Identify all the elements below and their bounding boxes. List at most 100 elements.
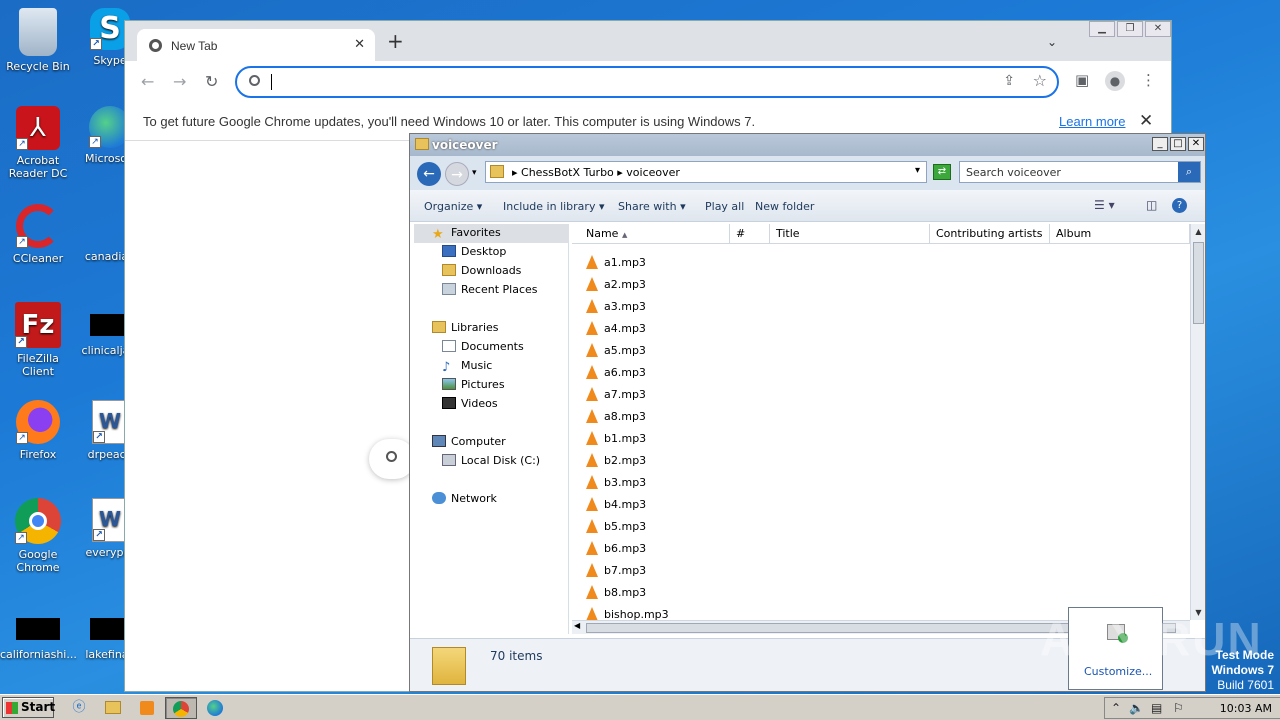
omnibox[interactable]: ⇪ ☆ [235, 66, 1059, 98]
file-row[interactable]: a6.mp3 [586, 362, 646, 384]
start-button[interactable]: Start [2, 697, 55, 718]
close-button[interactable]: ✕ [1145, 21, 1171, 37]
tab-search-chevron-icon[interactable]: ⌄ [1047, 35, 1057, 49]
column-header-contributing-artists[interactable]: Contributing artists [930, 224, 1050, 244]
search-input[interactable]: Search voiceover ⌕ [959, 161, 1201, 183]
profile-avatar-icon[interactable]: ● [1105, 71, 1125, 91]
nav-desktop[interactable]: Desktop [442, 243, 506, 261]
file-row[interactable]: b7.mp3 [586, 560, 646, 582]
desktop-icon-recycle-bin[interactable]: Recycle Bin [0, 8, 76, 73]
organize-button[interactable]: Organize ▾ [424, 200, 482, 213]
bookmark-star-icon[interactable]: ☆ [1033, 71, 1047, 90]
desktop-icon-firefox[interactable]: ↗ Firefox [0, 400, 76, 461]
column-label: Contributing artists [936, 227, 1043, 240]
desktop-icon-acrobat[interactable]: ⅄ ↗ Acrobat Reader DC [0, 106, 76, 180]
taskbar-media-player-icon[interactable] [132, 697, 162, 719]
refresh-icon[interactable]: ⇄ [933, 164, 951, 180]
infobar-message: To get future Google Chrome updates, you… [143, 114, 756, 129]
file-name: b6.mp3 [604, 542, 647, 555]
nav-computer[interactable]: Computer [432, 433, 506, 451]
help-icon[interactable]: ? [1172, 198, 1187, 213]
scroll-left-arrow-icon[interactable]: ◀ [574, 621, 580, 630]
back-arrow-icon[interactable]: ← [141, 72, 154, 91]
infobar-close-icon[interactable]: ✕ [1139, 111, 1153, 131]
file-row[interactable]: b6.mp3 [586, 538, 646, 560]
tab-new-tab[interactable]: New Tab ✕ [137, 29, 375, 61]
nav-local-disk[interactable]: Local Disk (C:) [442, 452, 540, 470]
desktop-icon-ccleaner[interactable]: ↗ CCleaner [0, 204, 76, 265]
column-header-name[interactable]: Name ▲ [572, 224, 730, 244]
desktop-icon-chrome[interactable]: ↗ Google Chrome [0, 498, 76, 574]
scroll-thumb[interactable] [1193, 242, 1204, 324]
minimize-button[interactable]: _ [1152, 137, 1168, 151]
restore-button[interactable]: ❐ [1117, 21, 1143, 37]
file-row[interactable]: a8.mp3 [586, 406, 646, 428]
file-row[interactable]: a7.mp3 [586, 384, 646, 406]
file-row[interactable]: a5.mp3 [586, 340, 646, 362]
computer-icon [432, 435, 446, 447]
nav-network[interactable]: Network [432, 490, 497, 508]
file-row[interactable]: b2.mp3 [586, 450, 646, 472]
taskbar-edge-icon[interactable] [200, 697, 230, 719]
network-tray-icon[interactable]: ▤ [1151, 701, 1162, 715]
vertical-scrollbar[interactable]: ▲ ▼ [1190, 224, 1205, 620]
file-row[interactable]: a1.mp3 [586, 252, 646, 274]
desktop-icon-californiashi[interactable]: californiashi... [0, 606, 77, 661]
new-tab-button[interactable]: + [387, 31, 404, 51]
nav-downloads[interactable]: Downloads [442, 262, 521, 280]
scroll-up-arrow-icon[interactable]: ▲ [1191, 224, 1206, 239]
vlc-cone-icon [586, 299, 598, 313]
play-all-button[interactable]: Play all [705, 200, 744, 213]
taskbar-chrome-icon[interactable] [165, 697, 197, 719]
taskbar-explorer-icon[interactable] [98, 697, 128, 719]
column-header-title[interactable]: Title [770, 224, 930, 244]
nav-documents[interactable]: Documents [442, 338, 524, 356]
taskbar-ie-icon[interactable]: ⓔ [64, 697, 94, 719]
nav-recent-places[interactable]: Recent Places [442, 281, 538, 299]
nav-music[interactable]: ♪ Music [442, 357, 492, 375]
file-name: b1.mp3 [604, 432, 647, 445]
column-header-number[interactable]: # [730, 224, 770, 244]
close-button[interactable]: ✕ [1188, 137, 1204, 151]
minimize-button[interactable]: ▁ [1089, 21, 1115, 37]
menu-kebab-icon[interactable]: ⋮ [1141, 71, 1156, 89]
search-icon[interactable]: ⌕ [1178, 162, 1200, 182]
side-panel-icon[interactable]: ▣ [1075, 71, 1089, 89]
new-folder-button[interactable]: New folder [755, 200, 814, 213]
file-row[interactable]: b3.mp3 [586, 472, 646, 494]
reload-icon[interactable]: ↻ [205, 72, 218, 91]
tab-close-icon[interactable]: ✕ [354, 37, 365, 52]
file-row[interactable]: b5.mp3 [586, 516, 646, 538]
nav-libraries[interactable]: Libraries [432, 319, 499, 337]
file-row[interactable]: b4.mp3 [586, 494, 646, 516]
maximize-button[interactable]: □ [1170, 137, 1186, 151]
volume-icon[interactable]: 🔈 [1129, 701, 1144, 715]
nav-pictures[interactable]: Pictures [442, 376, 505, 394]
learn-more-link[interactable]: Learn more [1059, 114, 1125, 129]
breadcrumb[interactable]: ▸ ChessBotX Turbo ▸ voiceover ▾ [485, 161, 927, 183]
include-in-library-button[interactable]: Include in library ▾ [503, 200, 604, 213]
forward-arrow-icon[interactable]: → [173, 72, 186, 91]
customize-link[interactable]: Customize... [1084, 665, 1152, 678]
preview-pane-icon[interactable]: ◫ [1146, 198, 1157, 212]
view-options-icon[interactable]: ☰ ▾ [1094, 198, 1115, 212]
column-header-album[interactable]: Album [1050, 224, 1190, 244]
chevron-down-icon[interactable]: ▾ [915, 165, 920, 176]
show-hidden-icons-chevron-icon[interactable]: ⌃ [1111, 701, 1121, 715]
action-center-flag-icon[interactable]: ⚐ [1173, 701, 1184, 715]
desktop-icon-filezilla[interactable]: Fz ↗ FileZilla Client [0, 302, 76, 378]
share-icon[interactable]: ⇪ [1003, 73, 1015, 89]
nav-videos[interactable]: Videos [442, 395, 498, 413]
file-row[interactable]: a4.mp3 [586, 318, 646, 340]
vlc-cone-icon [586, 343, 598, 357]
clock[interactable]: 10:03 AM [1220, 702, 1272, 715]
recent-pages-chevron-icon[interactable]: ▾ [472, 168, 477, 178]
forward-arrow-icon[interactable]: → [445, 162, 469, 186]
back-arrow-icon[interactable]: ← [417, 162, 441, 186]
file-row[interactable]: b8.mp3 [586, 582, 646, 604]
file-row[interactable]: b1.mp3 [586, 428, 646, 450]
share-with-button[interactable]: Share with ▾ [618, 200, 686, 213]
file-row[interactable]: a3.mp3 [586, 296, 646, 318]
nav-favorites[interactable]: ★ Favorites [432, 224, 501, 242]
file-row[interactable]: a2.mp3 [586, 274, 646, 296]
